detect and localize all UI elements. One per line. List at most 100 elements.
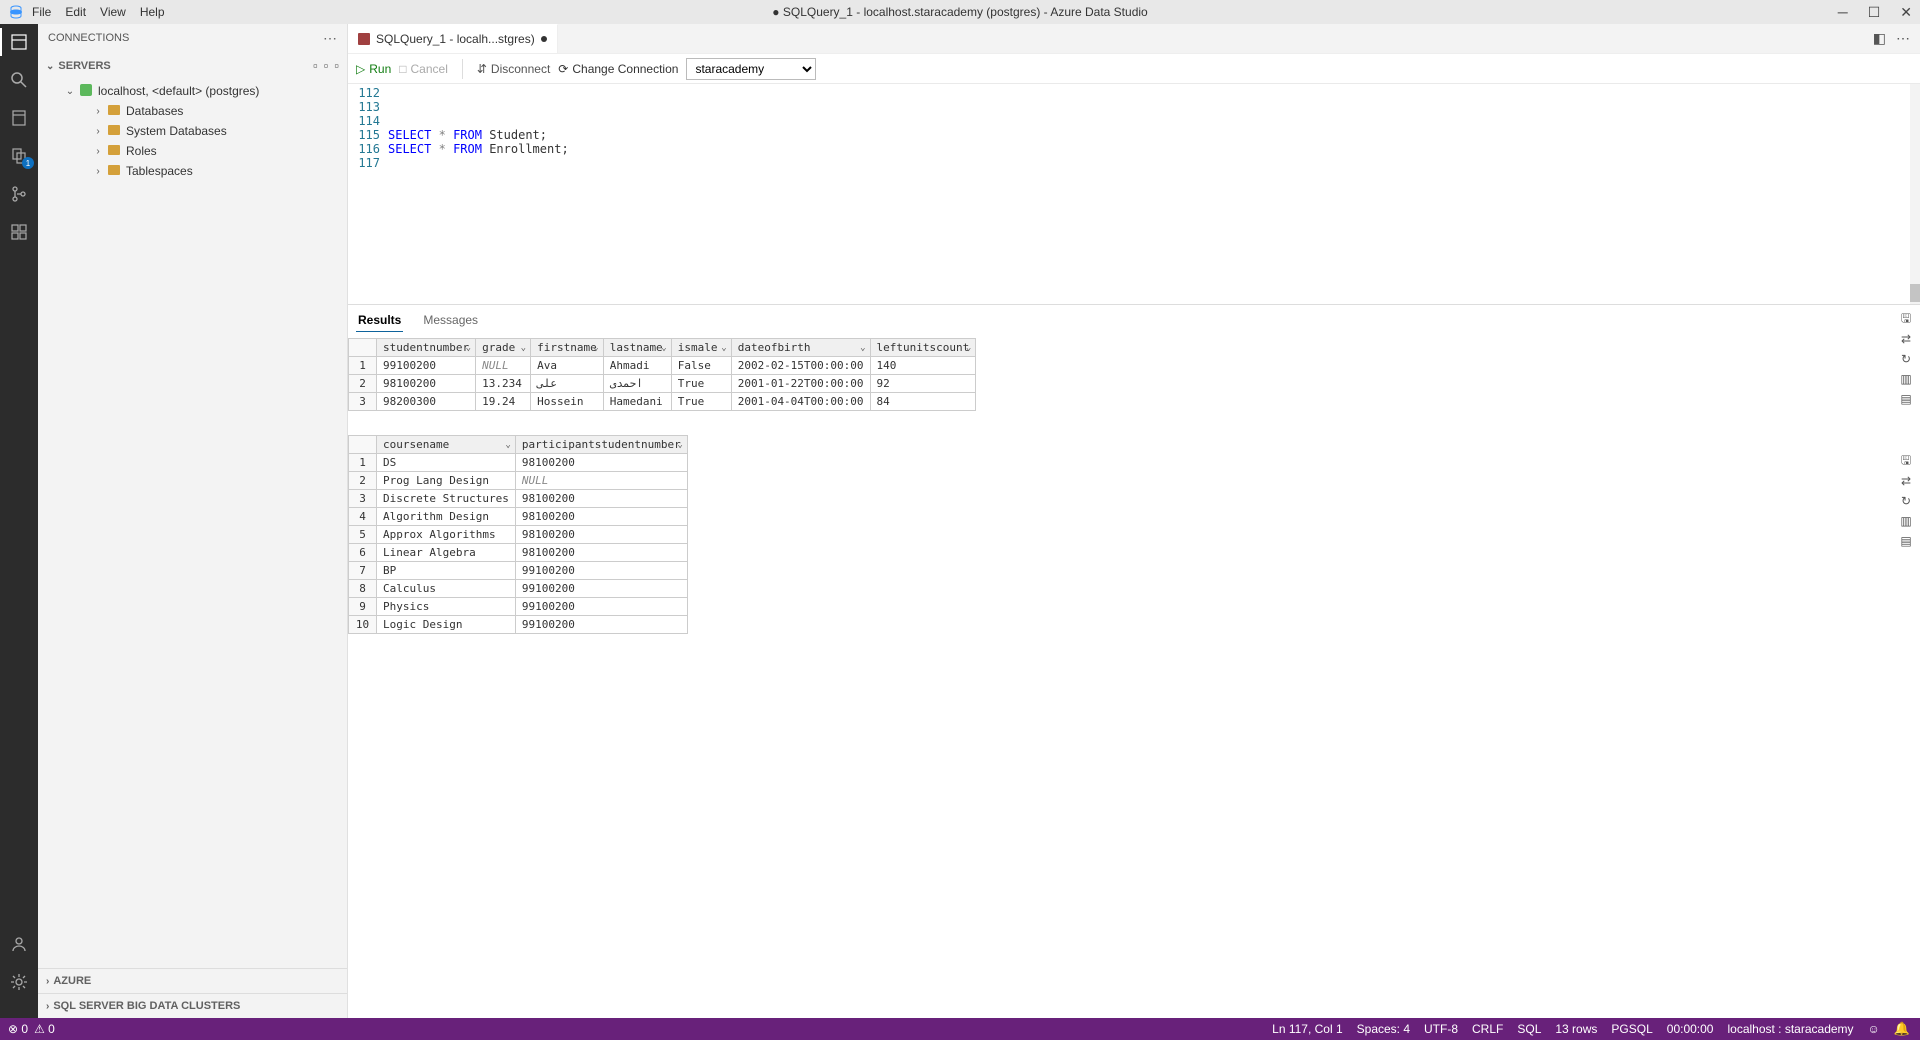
grid-cell[interactable]: Calculus (377, 580, 516, 598)
tree-node[interactable]: ›Roles (52, 141, 347, 161)
split-editor-icon[interactable]: ◧ (1873, 30, 1886, 47)
grid-cell[interactable]: 98100200 (515, 454, 687, 472)
status-language[interactable]: SQL (1517, 1022, 1541, 1036)
grid-cell[interactable]: Logic Design (377, 616, 516, 634)
column-header[interactable]: lastname⌄ (603, 339, 671, 357)
menu-file[interactable]: File (32, 5, 51, 19)
grid-cell[interactable]: 99100200 (515, 598, 687, 616)
grid-cell[interactable]: 99100200 (515, 580, 687, 598)
save-excel-icon[interactable]: ↻ (1898, 351, 1914, 367)
status-warnings[interactable]: ⚠ 0 (34, 1022, 55, 1036)
menu-help[interactable]: Help (140, 5, 165, 19)
sidebar-more-icon[interactable]: ⋯ (323, 30, 337, 47)
status-encoding[interactable]: UTF-8 (1424, 1022, 1458, 1036)
grid-cell[interactable]: Physics (377, 598, 516, 616)
chart-icon[interactable]: ▥ (1898, 371, 1914, 387)
grid-cell[interactable]: Prog Lang Design (377, 472, 516, 490)
column-header[interactable]: leftunitscount⌄ (870, 339, 976, 357)
status-notifications-icon[interactable]: 🔔 (1894, 1021, 1910, 1037)
activity-connections-icon[interactable] (9, 32, 29, 52)
grid-cell[interactable]: NULL (476, 357, 531, 375)
status-errors[interactable]: ⊗ 0 (8, 1022, 28, 1036)
editor-more-icon[interactable]: ⋯ (1896, 30, 1910, 47)
grid-cell[interactable]: 2002-02-15T00:00:00 (731, 357, 870, 375)
status-time[interactable]: 00:00:00 (1667, 1022, 1714, 1036)
grid-cell[interactable]: 84 (870, 393, 976, 411)
visualize-icon[interactable]: ▤ (1898, 391, 1914, 407)
code-editor[interactable]: 112113114115116117 SELECT * FROM Student… (348, 84, 1920, 304)
grid-cell[interactable]: Algorithm Design (377, 508, 516, 526)
grid-cell[interactable]: Hossein (531, 393, 604, 411)
grid-cell[interactable]: Linear Algebra (377, 544, 516, 562)
column-header[interactable]: studentnumber⌄ (377, 339, 476, 357)
grid-cell[interactable]: DS (377, 454, 516, 472)
activity-notebooks-icon[interactable] (9, 108, 29, 128)
server-actions-icon[interactable]: ▫ (334, 58, 339, 73)
servers-section-header[interactable]: ⌄SERVERS ▫ ▫ ▫ (38, 52, 347, 79)
visualize-icon-2[interactable]: ▤ (1898, 533, 1914, 549)
column-header[interactable]: dateofbirth⌄ (731, 339, 870, 357)
grid-cell[interactable]: 92 (870, 375, 976, 393)
grid-cell[interactable]: 13.234 (476, 375, 531, 393)
grid-cell[interactable]: علی (531, 375, 604, 393)
new-connection-icon[interactable]: ▫ (313, 58, 318, 73)
save-csv-icon-2[interactable]: 🖫 (1898, 453, 1914, 469)
activity-settings-icon[interactable] (9, 972, 29, 992)
grid-cell[interactable]: 98200300 (377, 393, 476, 411)
save-csv-icon[interactable]: 🖫 (1898, 311, 1914, 327)
activity-extensions-icon[interactable] (9, 222, 29, 242)
grid-cell[interactable]: 98100200 (377, 375, 476, 393)
column-header[interactable]: firstname⌄ (531, 339, 604, 357)
grid-cell[interactable]: 99100200 (515, 562, 687, 580)
grid-cell[interactable]: True (671, 393, 731, 411)
status-connection[interactable]: localhost : staracademy (1727, 1022, 1853, 1036)
grid-cell[interactable]: 2001-01-22T00:00:00 (731, 375, 870, 393)
new-group-icon[interactable]: ▫ (324, 58, 329, 73)
menu-view[interactable]: View (100, 5, 126, 19)
activity-source-control-icon[interactable] (9, 184, 29, 204)
activity-search-icon[interactable] (9, 70, 29, 90)
grid-cell[interactable]: NULL (515, 472, 687, 490)
database-select[interactable]: staracademy (686, 58, 816, 80)
chart-icon-2[interactable]: ▥ (1898, 513, 1914, 529)
activity-explorer-icon[interactable]: 1 (9, 146, 29, 166)
change-connection-button[interactable]: ⟳ Change Connection (558, 62, 678, 76)
grid-cell[interactable]: 98100200 (515, 508, 687, 526)
server-node[interactable]: ⌄ localhost, <default> (postgres) (38, 81, 347, 101)
grid-cell[interactable]: True (671, 375, 731, 393)
disconnect-button[interactable]: ⇵ Disconnect (477, 62, 550, 76)
window-close-icon[interactable]: ✕ (1900, 4, 1912, 21)
status-feedback-icon[interactable]: ☺ (1868, 1022, 1880, 1036)
status-provider[interactable]: PGSQL (1611, 1022, 1652, 1036)
activity-account-icon[interactable] (9, 934, 29, 954)
status-cursor-pos[interactable]: Ln 117, Col 1 (1272, 1022, 1343, 1036)
azure-section-header[interactable]: ›AZURE (38, 968, 347, 993)
grid-cell[interactable]: Ava (531, 357, 604, 375)
status-spaces[interactable]: Spaces: 4 (1357, 1022, 1410, 1036)
window-minimize-icon[interactable]: ─ (1838, 4, 1848, 21)
grid-cell[interactable]: False (671, 357, 731, 375)
column-header[interactable]: grade⌄ (476, 339, 531, 357)
grid-cell[interactable]: Ahmadi (603, 357, 671, 375)
grid-cell[interactable]: 2001-04-04T00:00:00 (731, 393, 870, 411)
column-header[interactable]: coursename⌄ (377, 436, 516, 454)
grid-cell[interactable]: Hamedani (603, 393, 671, 411)
save-excel-icon-2[interactable]: ↻ (1898, 493, 1914, 509)
status-eol[interactable]: CRLF (1472, 1022, 1503, 1036)
grid-cell[interactable]: احمدی (603, 375, 671, 393)
grid-cell[interactable]: 140 (870, 357, 976, 375)
grid-cell[interactable]: Approx Algorithms (377, 526, 516, 544)
save-json-icon-2[interactable]: ⇄ (1898, 473, 1914, 489)
bigdata-section-header[interactable]: ›SQL SERVER BIG DATA CLUSTERS (38, 993, 347, 1018)
results-tab[interactable]: Results (356, 309, 403, 332)
column-header[interactable]: ismale⌄ (671, 339, 731, 357)
save-json-icon[interactable]: ⇄ (1898, 331, 1914, 347)
grid-cell[interactable]: 99100200 (515, 616, 687, 634)
grid-cell[interactable]: 98100200 (515, 526, 687, 544)
grid-cell[interactable]: BP (377, 562, 516, 580)
status-rows[interactable]: 13 rows (1555, 1022, 1597, 1036)
run-button[interactable]: ▷ Run (356, 62, 391, 76)
window-maximize-icon[interactable]: ☐ (1868, 4, 1881, 21)
tree-node[interactable]: ›Tablespaces (52, 161, 347, 181)
messages-tab[interactable]: Messages (421, 309, 480, 332)
